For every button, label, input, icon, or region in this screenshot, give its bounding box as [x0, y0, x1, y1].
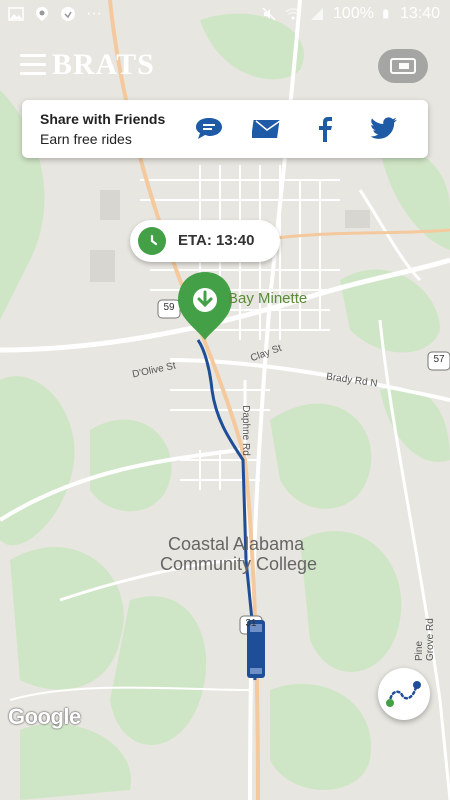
status-bar: ··· 100% 13:40 — [0, 0, 450, 30]
share-email-button[interactable] — [252, 114, 282, 144]
app-notification-icon — [61, 7, 75, 21]
share-subtitle: Earn free rides — [40, 131, 132, 147]
college-label-line1: Coastal Alabama — [168, 534, 305, 554]
menu-icon[interactable] — [20, 54, 46, 76]
route-icon — [386, 681, 421, 707]
clock: 13:40 — [399, 5, 440, 22]
wifi-icon — [285, 8, 301, 20]
email-icon — [252, 120, 281, 138]
more-dots: ··· — [86, 5, 102, 22]
wallet-icon — [390, 58, 416, 74]
location-icon — [36, 7, 48, 21]
chat-icon — [196, 118, 222, 139]
shield-57-label: 57 — [433, 354, 445, 365]
road-label-pine-grove: Pine Grove Rd — [414, 618, 436, 661]
town-label: Bay Minette — [228, 290, 308, 307]
mute-icon — [262, 7, 276, 21]
eta-badge: ETA: 13:40 — [130, 220, 280, 262]
college-label-line2: Community College — [160, 554, 318, 574]
battery-percent: 100% — [333, 5, 374, 22]
share-title: Share with Friends — [40, 111, 166, 127]
facebook-icon — [319, 117, 332, 142]
wallet-button[interactable] — [378, 49, 428, 83]
share-twitter-button[interactable] — [368, 114, 398, 144]
route-toggle-button[interactable] — [378, 668, 430, 720]
shield-59-label: 59 — [163, 302, 175, 313]
share-sms-button[interactable] — [194, 114, 224, 144]
battery-icon — [383, 9, 389, 19]
shield-31-label: 31 — [245, 618, 257, 629]
app-header: BRATS — [0, 44, 450, 88]
brand-logo: BRATS — [52, 48, 155, 81]
road-label-daphne: Daphne Rd — [239, 405, 251, 456]
twitter-icon — [370, 117, 398, 139]
google-attribution: Google — [8, 704, 81, 729]
signal-icon — [311, 8, 324, 20]
clock-icon — [138, 227, 166, 255]
share-card: Share with Friends Earn free rides — [22, 100, 428, 158]
image-icon — [8, 7, 24, 21]
share-facebook-button[interactable] — [310, 114, 340, 144]
eta-text: ETA: 13:40 — [178, 232, 255, 249]
